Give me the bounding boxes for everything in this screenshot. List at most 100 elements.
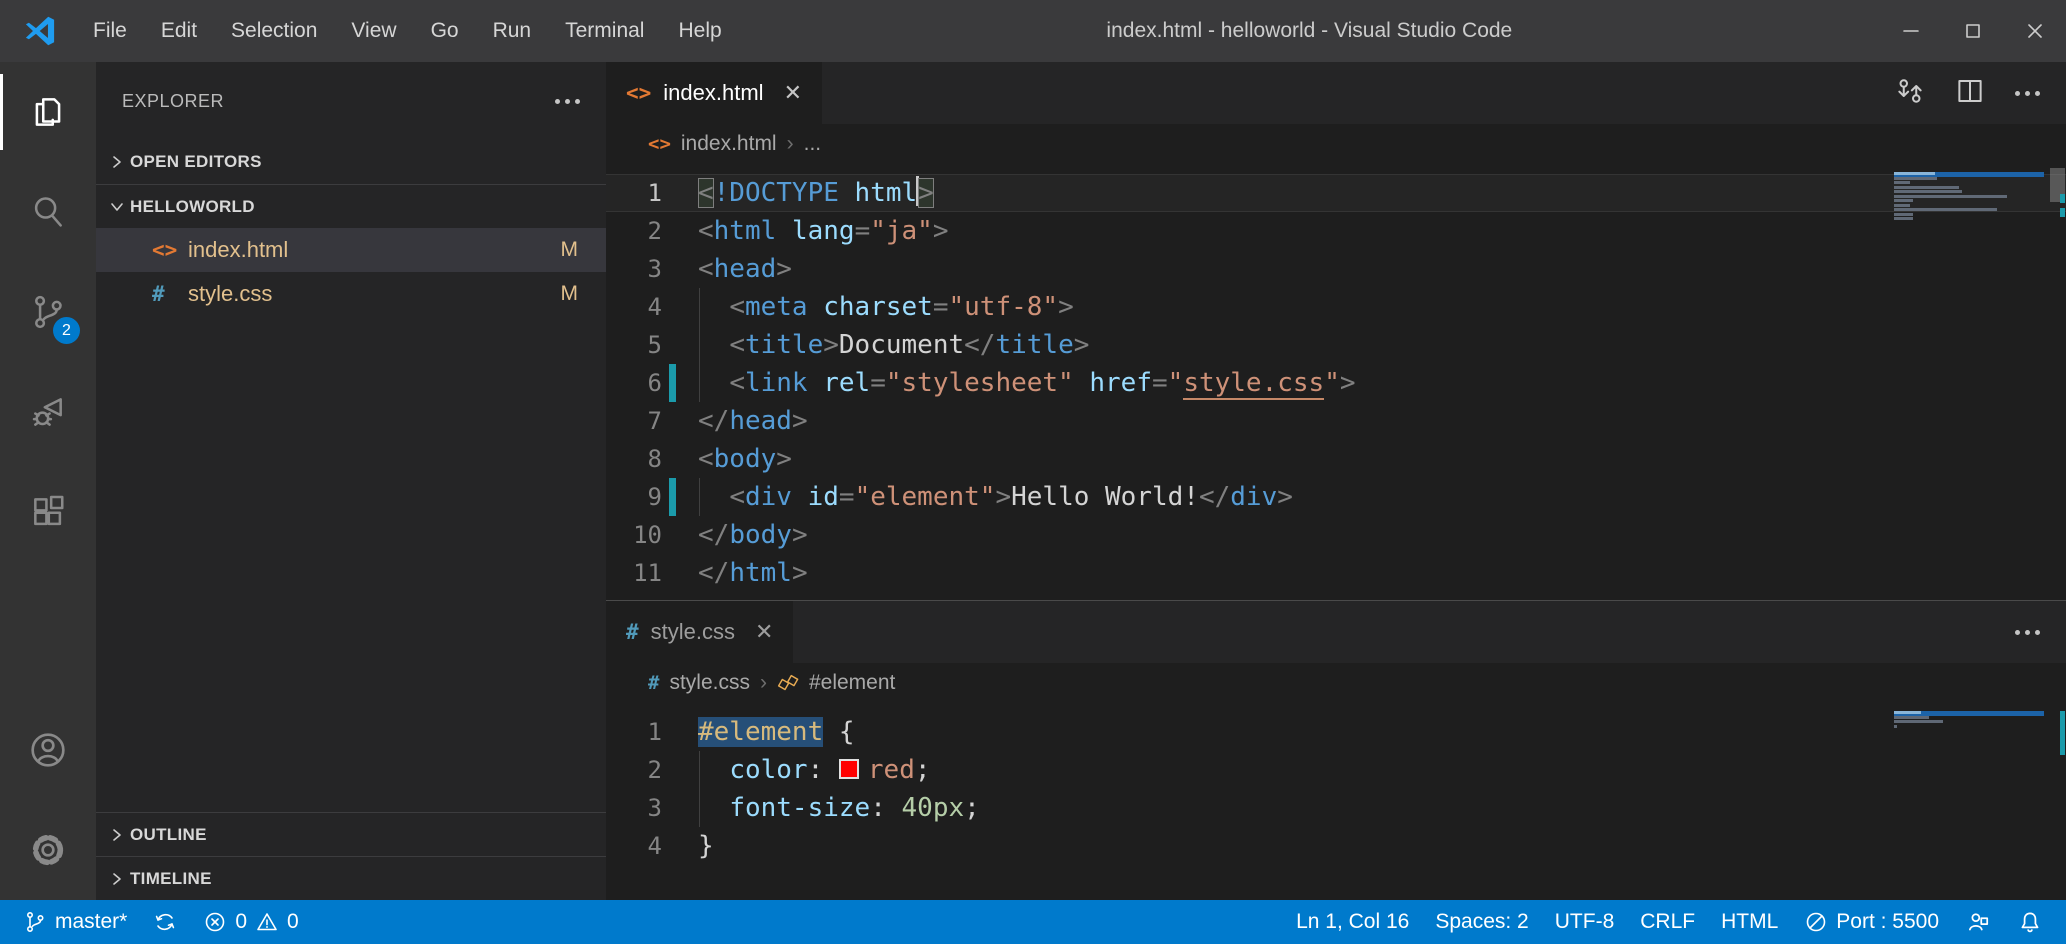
code-line[interactable]: 7</head> [606, 402, 2066, 440]
minimap-line [1894, 725, 2044, 730]
search-icon[interactable] [0, 162, 96, 262]
notifications-bell-icon[interactable] [2004, 900, 2056, 944]
code-line[interactable]: 2 color: red; [606, 751, 2066, 789]
code-token: title [995, 330, 1073, 360]
code-line[interactable]: 6 <link rel="stylesheet" href="style.css… [606, 364, 2066, 402]
code-line[interactable]: 2<html lang="ja"> [606, 212, 2066, 250]
indentation-status[interactable]: Spaces: 2 [1422, 900, 1541, 944]
open-editors-section[interactable]: OPEN EDITORS [96, 140, 606, 184]
problems-status[interactable]: 0 0 [190, 900, 311, 944]
code-line[interactable]: 1<!DOCTYPE html> [606, 174, 2066, 212]
chevron-right-icon: › [760, 671, 767, 695]
breadcrumb-tail[interactable]: ... [804, 132, 822, 156]
settings-gear-icon[interactable] [0, 800, 96, 900]
maximize-button[interactable] [1942, 0, 2004, 62]
split-editor-icon[interactable] [1955, 76, 1985, 111]
code-editor-style-css[interactable]: 1#element {2 color: red;3 font-size: 40p… [606, 703, 2066, 900]
menu-edit[interactable]: Edit [144, 0, 214, 62]
breadcrumb-symbol[interactable]: #element [809, 671, 895, 695]
more-actions-icon[interactable] [2015, 91, 2040, 96]
code-token: red [868, 755, 915, 785]
code-token: </ [964, 330, 995, 360]
html-file-icon: <> [626, 81, 651, 105]
git-branch-status[interactable]: master* [10, 900, 140, 944]
tab-style-css[interactable]: # style.css ✕ [606, 601, 794, 663]
code-token: ; [915, 755, 931, 785]
code-token: font-size [729, 793, 870, 823]
code-line[interactable]: 8<body> [606, 440, 2066, 478]
editor-group-top: <> index.html ✕ [606, 62, 2066, 600]
code-token: > [918, 178, 934, 208]
explorer-icon[interactable] [0, 62, 96, 162]
code-line[interactable]: 10</body> [606, 516, 2066, 554]
code-token: id [808, 482, 839, 512]
menu-help[interactable]: Help [661, 0, 738, 62]
tab-index-html[interactable]: <> index.html ✕ [606, 62, 823, 124]
live-server-port-status[interactable]: Port : 5500 [1791, 900, 1952, 944]
menu-selection[interactable]: Selection [214, 0, 334, 62]
gutter-spacer [669, 326, 676, 364]
indent-guide [699, 751, 700, 789]
close-window-button[interactable] [2004, 0, 2066, 62]
code-token: 40px [902, 793, 965, 823]
gutter-spacer [669, 440, 676, 478]
menu-run[interactable]: Run [476, 0, 549, 62]
code-line[interactable]: 9 <div id="element">Hello World!</div> [606, 478, 2066, 516]
code-line[interactable]: 4 <meta charset="utf-8"> [606, 288, 2066, 326]
warning-count: 0 [287, 910, 299, 934]
file-name: index.html [188, 237, 561, 263]
extensions-icon[interactable] [0, 462, 96, 562]
close-tab-icon[interactable]: ✕ [784, 80, 802, 106]
code-line[interactable]: 11</html> [606, 554, 2066, 592]
code-token [886, 793, 902, 823]
encoding-status[interactable]: UTF-8 [1542, 900, 1628, 944]
timeline-section[interactable]: TIMELINE [96, 856, 606, 900]
menu-terminal[interactable]: Terminal [548, 0, 661, 62]
run-debug-icon[interactable] [0, 362, 96, 462]
chevron-right-icon: › [787, 132, 794, 156]
overview-ruler[interactable] [2048, 703, 2066, 900]
code-line[interactable]: 1#element { [606, 713, 2066, 751]
close-tab-icon[interactable]: ✕ [755, 619, 773, 645]
indent-guide [699, 288, 700, 326]
eol-status[interactable]: CRLF [1627, 900, 1708, 944]
code-line[interactable]: 3<head> [606, 250, 2066, 288]
chevron-right-icon [104, 154, 130, 170]
language-mode-status[interactable]: HTML [1708, 900, 1791, 944]
code-token: < [729, 292, 745, 322]
open-changes-icon[interactable] [1895, 76, 1925, 111]
feedback-icon[interactable] [1952, 900, 2004, 944]
sync-icon[interactable] [140, 900, 190, 944]
breadcrumb-file[interactable]: index.html [681, 132, 777, 156]
menu-go[interactable]: Go [414, 0, 476, 62]
source-control-icon[interactable]: 2 [0, 262, 96, 362]
minimap[interactable] [1894, 172, 2044, 222]
folder-section-helloworld[interactable]: HELLOWORLD [96, 184, 606, 228]
more-actions-icon[interactable] [2015, 630, 2040, 635]
file-item-style-css[interactable]: # style.css M [96, 272, 606, 316]
sidebar-more-actions-icon[interactable] [555, 99, 580, 104]
code-line[interactable]: 5 <title>Document</title> [606, 326, 2066, 364]
code-token: = [855, 216, 871, 246]
outline-section[interactable]: OUTLINE [96, 812, 606, 856]
css-file-icon: # [152, 282, 188, 306]
code-token: html [855, 178, 918, 208]
code-token: body [714, 444, 777, 474]
code-editor-index-html[interactable]: 1<!DOCTYPE html>2<html lang="ja">3<head>… [606, 164, 2066, 600]
menu-file[interactable]: File [76, 0, 144, 62]
overview-ruler[interactable] [2048, 164, 2066, 600]
code-token: </ [698, 520, 729, 550]
file-item-index-html[interactable]: <> index.html M [96, 228, 606, 272]
accounts-icon[interactable] [0, 700, 96, 800]
cursor-position-status[interactable]: Ln 1, Col 16 [1283, 900, 1422, 944]
code-token: < [698, 254, 714, 284]
breadcrumb-file[interactable]: style.css [669, 671, 750, 695]
code-line[interactable]: 4} [606, 827, 2066, 865]
menu-view[interactable]: View [334, 0, 413, 62]
minimap[interactable] [1894, 711, 2044, 729]
minimize-button[interactable] [1880, 0, 1942, 62]
code-token: div [1230, 482, 1277, 512]
line-number: 1 [606, 174, 662, 212]
line-number: 2 [606, 751, 662, 789]
code-line[interactable]: 3 font-size: 40px; [606, 789, 2066, 827]
